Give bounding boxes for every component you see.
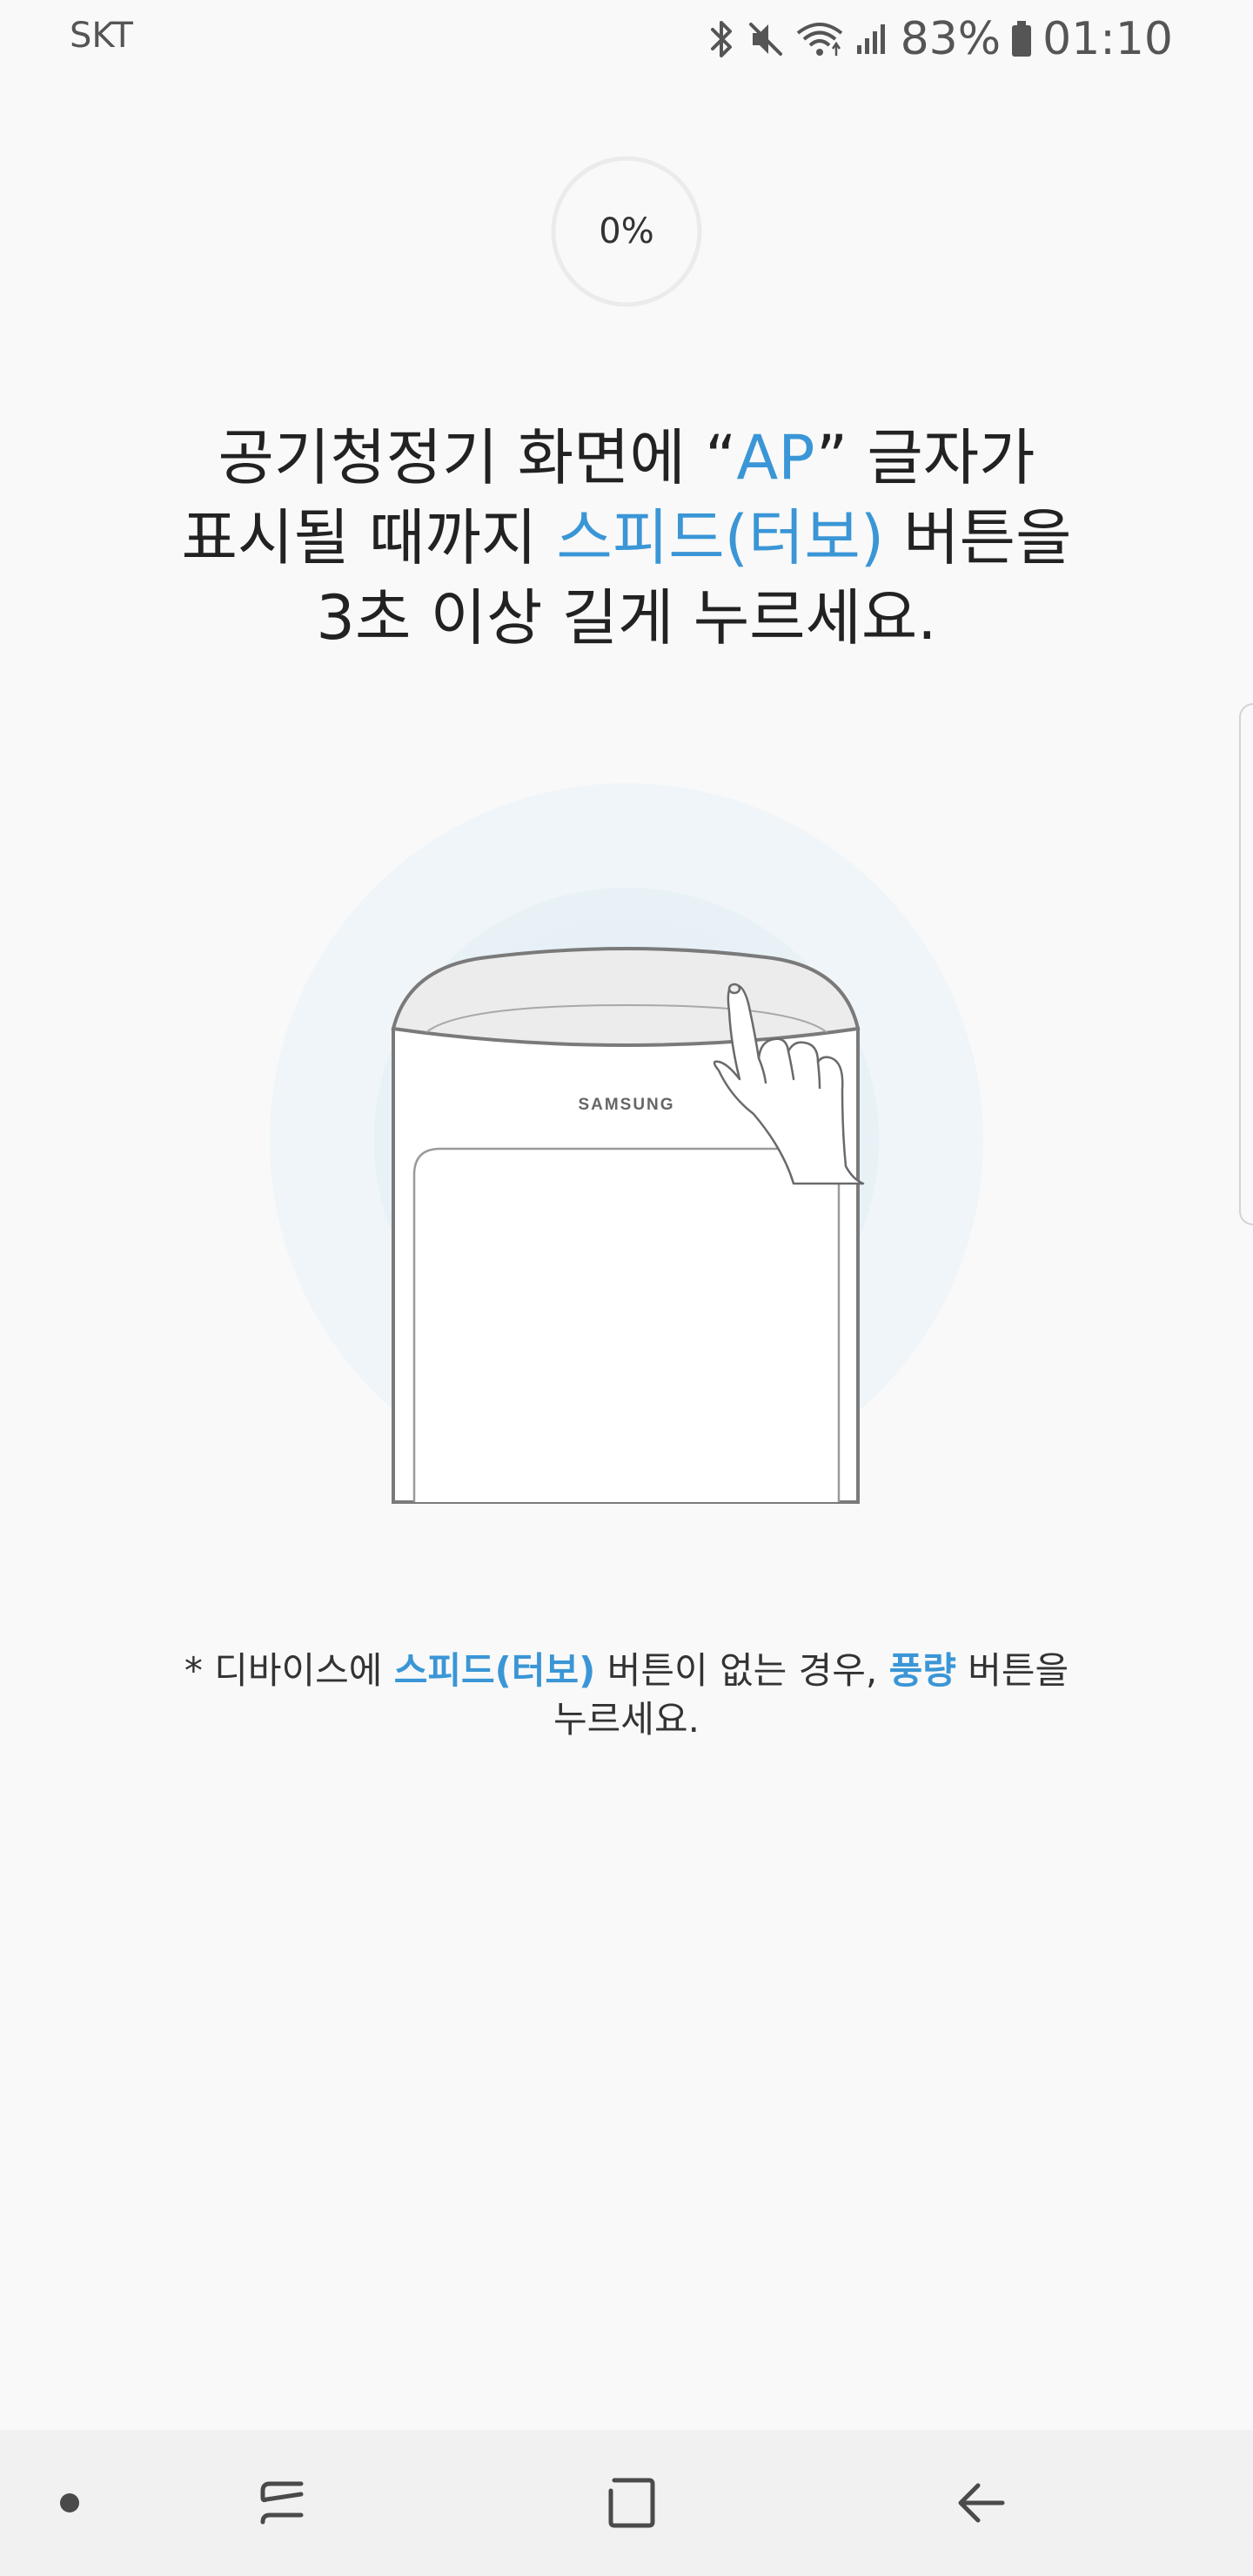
back-button[interactable] <box>910 2430 1049 2576</box>
air-purifier-illustration: SAMSUNG <box>270 783 983 1504</box>
home-icon <box>608 2478 655 2528</box>
clock: 01:10 <box>1042 13 1173 65</box>
note-text-segment: * 디바이스에 <box>184 1649 394 1692</box>
battery-icon <box>1009 19 1034 59</box>
signal-icon <box>854 19 892 59</box>
highlight-fan-speed: 풍량 <box>888 1649 956 1692</box>
note-line-1: * 디바이스에 스피드(터보) 버튼이 없는 경우, 풍량 버튼을 <box>157 1647 1096 1695</box>
back-icon <box>958 2483 1005 2523</box>
recent-apps-button[interactable] <box>212 2430 352 2576</box>
battery-percentage: 83% <box>900 13 1002 65</box>
brand-logo: SAMSUNG <box>578 1096 674 1114</box>
instruction-line-3: 3초 이상 길게 누르세요. <box>316 582 937 654</box>
recent-apps-icon <box>260 2481 304 2525</box>
note-text-segment: 버튼이 없는 경우, <box>595 1649 889 1692</box>
instruction-line-2: 표시될 때까지 스피드(터보) 버튼을 <box>87 498 1166 578</box>
dot-icon <box>60 2493 79 2512</box>
note-line-2: 누르세요. <box>553 1698 700 1741</box>
note-text: * 디바이스에 스피드(터보) 버튼이 없는 경우, 풍량 버튼을 누르세요. <box>157 1647 1096 1744</box>
mute-icon <box>746 19 786 59</box>
highlight-speed-turbo: 스피드(터보) <box>556 502 885 574</box>
bluetooth-icon <box>707 19 737 59</box>
instruction-text-segment: 공기청정기 화면에 “ <box>218 422 737 493</box>
instruction-text-segment: ” 글자가 <box>815 422 1035 493</box>
note-text-segment: 버튼을 <box>955 1649 1069 1692</box>
status-icons: 83% 01:10 <box>707 9 1173 70</box>
navigation-bar <box>0 2430 1253 2576</box>
home-button[interactable] <box>560 2430 700 2576</box>
carrier-label: SKT <box>70 16 133 56</box>
status-bar: SKT 83% 01:10 <box>0 0 1253 78</box>
instruction-line-1: 공기청정기 화면에 “AP” 글자가 <box>87 418 1166 498</box>
nav-dot-button[interactable] <box>0 2430 139 2576</box>
purifier-front-panel <box>412 1147 841 1502</box>
instruction-text: 공기청정기 화면에 “AP” 글자가 표시될 때까지 스피드(터보) 버튼을 3… <box>87 418 1166 658</box>
wifi-icon <box>794 19 845 59</box>
highlight-speed-turbo-note: 스피드(터보) <box>393 1649 596 1692</box>
instruction-text-segment: 표시될 때까지 <box>181 502 557 574</box>
purifier-top <box>391 947 861 1047</box>
progress-percentage: 0% <box>599 211 654 252</box>
highlight-ap: AP <box>736 422 816 493</box>
edge-panel-handle[interactable] <box>1239 703 1253 1225</box>
instruction-text-segment: 버튼을 <box>884 502 1072 574</box>
